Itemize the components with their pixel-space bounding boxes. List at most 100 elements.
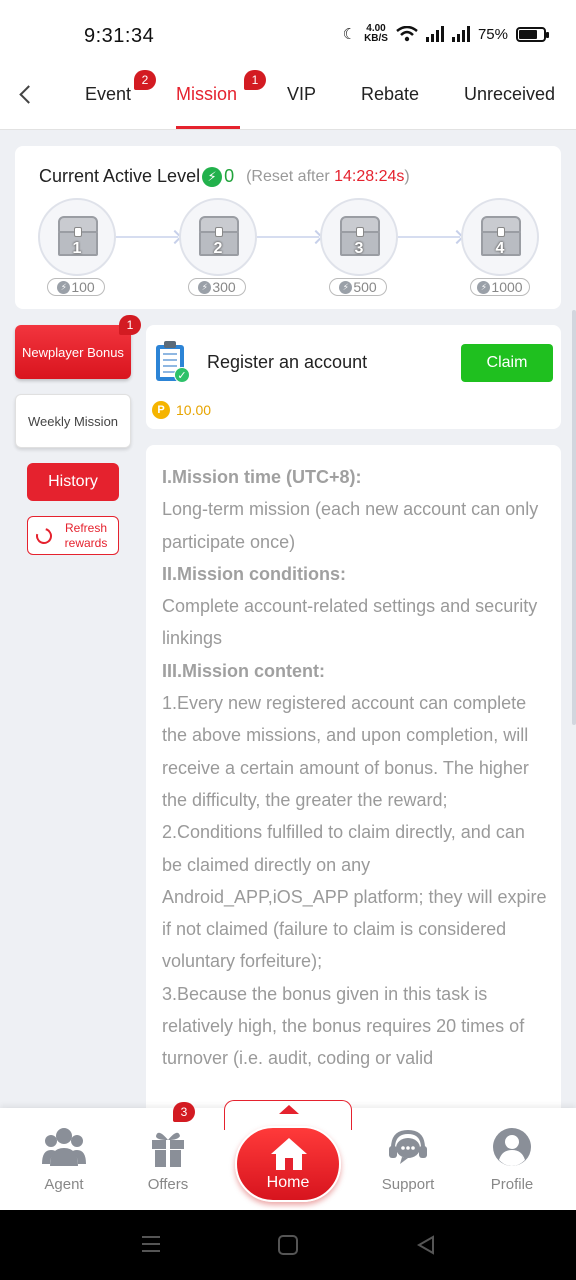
home-icon [271,1138,307,1170]
chest-connector [257,236,319,238]
support-label: Support [381,1176,435,1193]
chest-points-1: ⚡ 100 [47,278,105,296]
status-icons: ☾ 4.00 KB/S 75% [342,24,549,44]
tab-event-label: Event [85,84,132,104]
system-nav-bar [0,1210,576,1280]
history-button[interactable]: History [27,463,119,501]
rules-text-conditions: Complete account-related settings and se… [162,596,538,649]
treasure-chest-3[interactable]: 3 [320,198,398,276]
newplayer-label: Newplayer Bonus [22,344,124,360]
battery-icon [516,26,549,42]
weekly-label: Weekly Mission [27,413,119,429]
points-value: 300 [212,279,236,295]
treasure-chest-2[interactable]: 2 [179,198,257,276]
refresh-icon [33,524,55,547]
points-value: 500 [353,279,377,295]
mission-card: ✓ Register an account Claim P 10.00 [146,325,561,429]
nav-home[interactable]: Home [235,1126,341,1202]
lightning-icon: ⚡ [198,280,212,294]
bottom-nav: Agent Offers 3 Home Support Profile [0,1100,576,1210]
reset-time: 14:28:24s [334,167,405,185]
clipboard-check-icon: ✓ [156,341,190,383]
nav-agent[interactable]: Agent [19,1126,109,1193]
menu-icon[interactable] [140,1234,162,1254]
treasure-chest-4[interactable]: 4 [461,198,539,276]
offers-badge: 3 [173,1102,195,1122]
agent-icon [42,1126,86,1168]
newplayer-badge: 1 [119,315,141,335]
back-triangle-icon[interactable] [415,1234,437,1256]
active-level-title: Current Active Level ⚡ 0 (Reset after 14… [39,166,410,187]
lightning-icon: ⚡ [57,280,71,294]
event-badge: 2 [134,70,156,90]
tab-unreceived[interactable]: Unreceived [464,84,555,105]
lightning-icon: ⚡ [477,280,491,294]
lightning-icon: ⚡ [202,166,223,187]
scrollbar[interactable] [572,310,576,725]
top-tabs: Event 2 Mission 1 VIP Rebate Unreceived [0,70,576,130]
chest-number: 4 [495,240,505,257]
tab-unreceived-label: Unreceived [464,84,556,104]
chest-number: 1 [72,240,82,257]
claim-button[interactable]: Claim [461,344,553,382]
rules-heading-time: I.Mission time (UTC+8): [162,467,362,487]
lightning-icon: ⚡ [339,280,353,294]
coin-icon: P [152,401,170,419]
nav-support[interactable]: Support [363,1126,453,1193]
tab-vip-label: VIP [287,84,317,104]
tab-rebate-label: Rebate [361,84,420,104]
nav-offers[interactable]: Offers [123,1126,213,1193]
active-tab-underline [176,126,240,129]
back-button[interactable] [14,82,40,108]
active-level-value: 0 [224,166,235,186]
reset-suffix: ) [404,167,410,185]
mission-rules: I.Mission time (UTC+8): Long-term missio… [146,445,561,1125]
profile-icon [490,1126,534,1168]
refresh-rewards-button[interactable]: Refresh rewards [27,516,119,555]
battery-percent: 75% [477,25,508,43]
profile-label: Profile [490,1176,534,1193]
tab-rebate[interactable]: Rebate [361,84,419,105]
points-value: 1000 [491,279,523,295]
tab-mission-label: Mission [176,84,238,104]
rules-text-content-2: 2.Conditions fulfilled to claim directly… [162,822,547,972]
mission-reward: P 10.00 [152,401,211,419]
claim-label: Claim [486,354,528,371]
newplayer-bonus-tab[interactable]: Newplayer Bonus [15,325,131,379]
chest-connector [116,236,178,238]
speed-unit: KB/S [364,33,388,44]
mission-title: Register an account [207,352,368,372]
rules-heading-content: III.Mission content: [162,660,326,681]
chest-points-2: ⚡ 300 [188,278,246,296]
chest-number: 2 [213,240,223,257]
points-value: 100 [71,279,95,295]
tab-event[interactable]: Event [85,84,131,105]
network-speed: 4.00 KB/S [364,24,388,44]
chest-points-3: ⚡ 500 [329,278,387,296]
offers-label: Offers [147,1176,189,1193]
home-label: Home [266,1174,310,1191]
reward-amount: 10.00 [176,402,212,418]
chest-connector [398,236,460,238]
treasure-chest-1[interactable]: 1 [38,198,116,276]
weekly-mission-tab[interactable]: Weekly Mission [15,394,131,448]
chest-number: 3 [354,240,364,257]
home-square-icon[interactable] [277,1234,299,1256]
reset-prefix: (Reset after [246,167,335,185]
rules-heading-conditions: II.Mission conditions: [162,563,346,584]
rules-text-content-1: 1.Every new registered account can compl… [162,693,529,810]
gift-icon [146,1126,190,1168]
chest-points-4: ⚡ 1000 [470,278,530,296]
rules-text-time: Long-term mission (each new account can … [162,499,539,552]
moon-icon: ☾ [342,26,357,43]
active-level-card: Current Active Level ⚡ 0 (Reset after 14… [15,146,561,309]
status-bar: 9:31:34 ☾ 4.00 KB/S 75% [0,0,576,70]
signal-icon-2 [451,26,470,42]
reset-timer: (Reset after 14:28:24s) [246,168,410,186]
signal-icon [425,26,444,42]
level-title-text: Current Active Level [39,166,201,186]
nav-profile[interactable]: Profile [467,1126,557,1193]
tab-vip[interactable]: VIP [287,84,316,105]
mission-badge: 1 [244,70,266,90]
tab-mission[interactable]: Mission [176,84,237,105]
